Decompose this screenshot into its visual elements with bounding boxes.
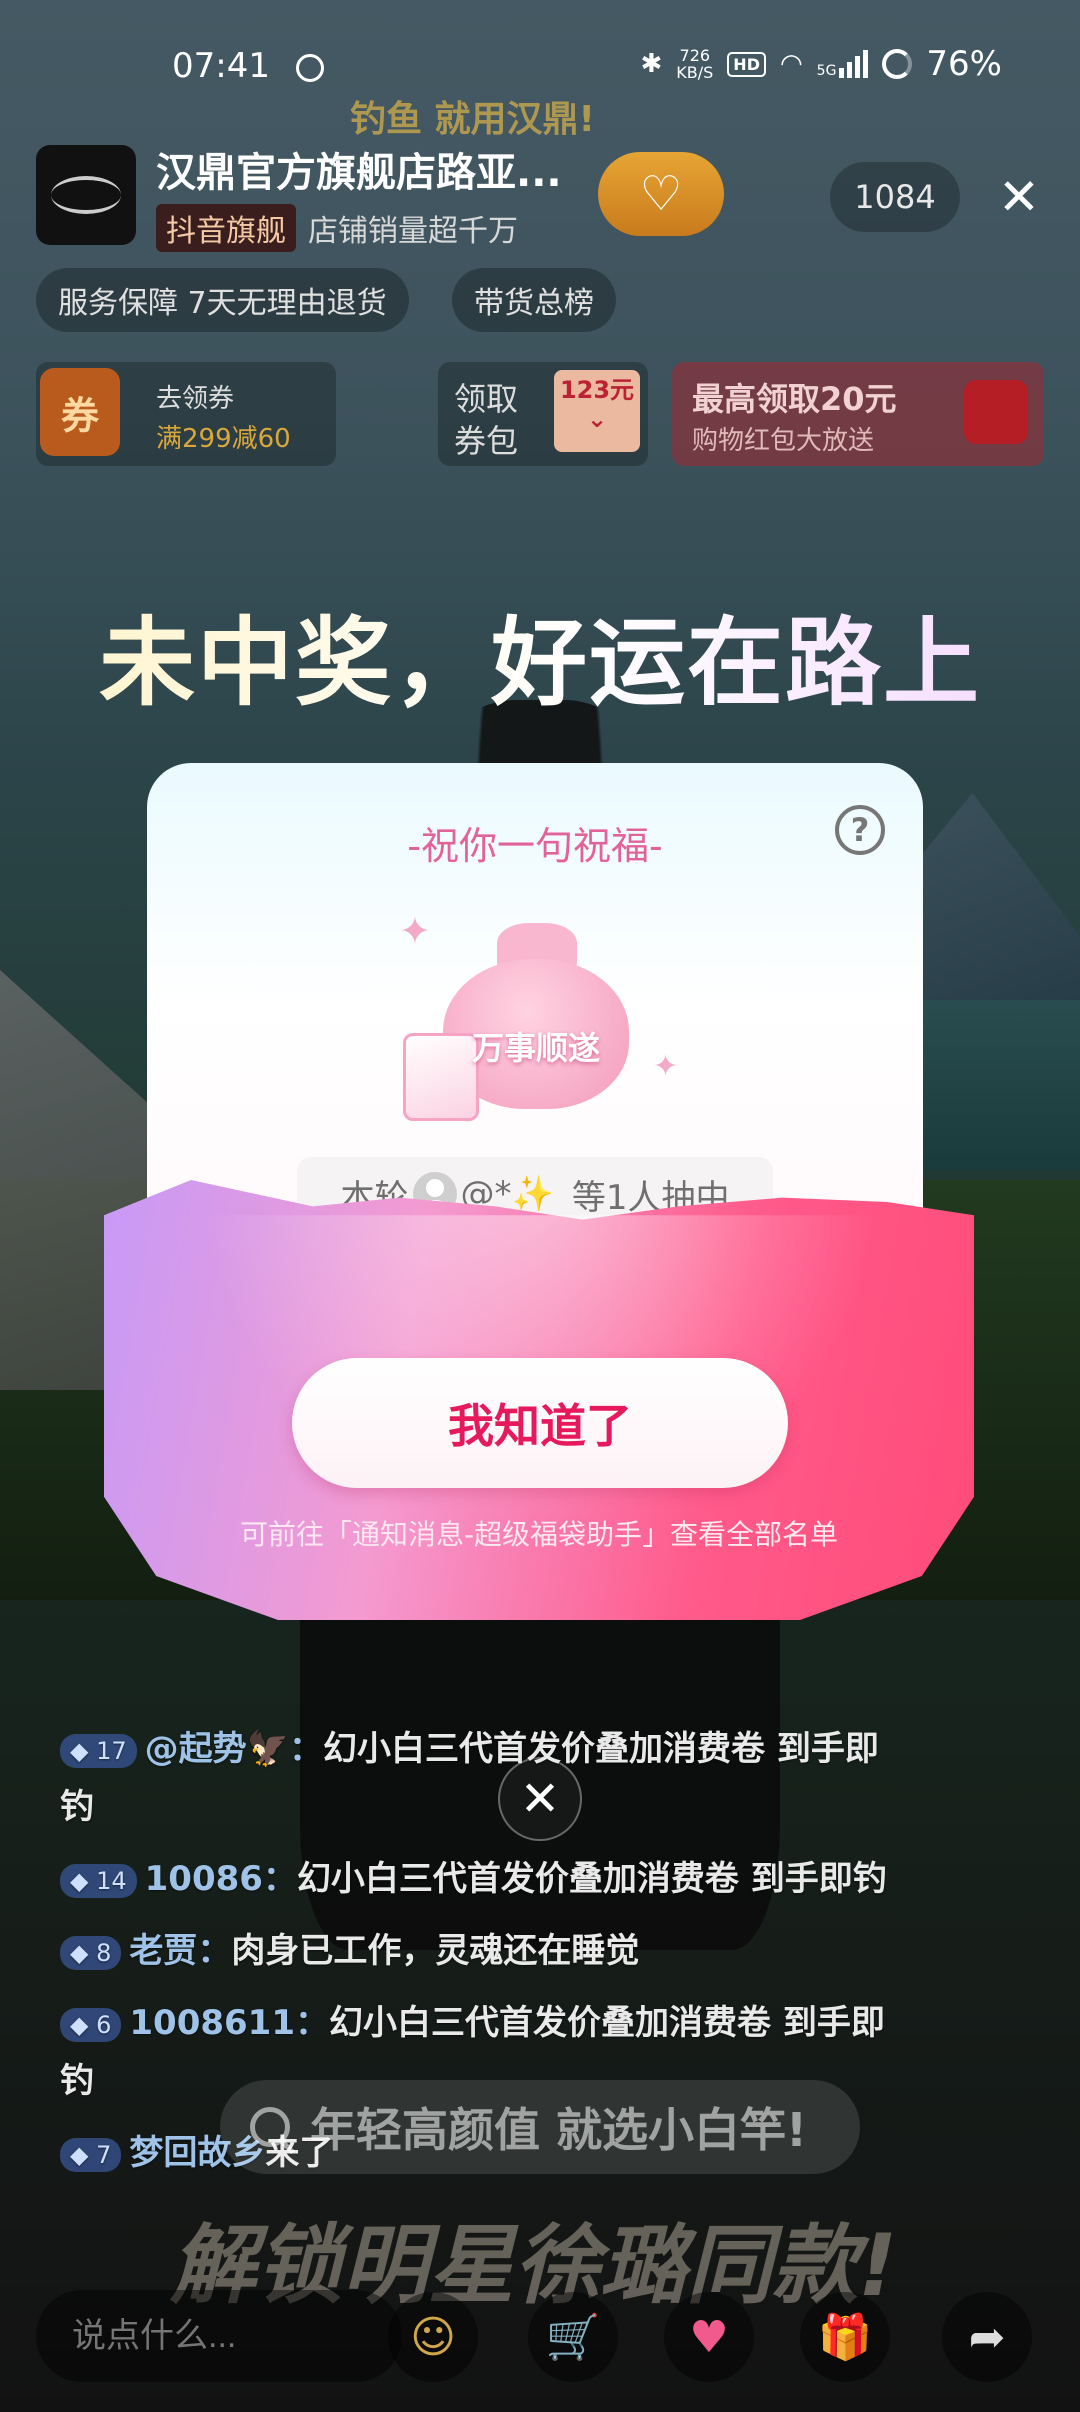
got-it-button[interactable]: 我知道了 — [292, 1358, 788, 1488]
view-all-winners-hint[interactable]: 可前往「通知消息-超级福袋助手」查看全部名单 — [104, 1513, 974, 1553]
packet-line1: 领取 — [454, 380, 519, 418]
chat-username[interactable]: 1008611： — [129, 2003, 329, 2043]
level-badge: ◆ 7 — [60, 2137, 122, 2172]
chat-text: 肉身已工作，灵魂还在睡觉 — [231, 1931, 640, 1971]
coupon-packet-promo[interactable]: 领取 券包 123元 ⌄ — [438, 362, 648, 466]
result-headline: 未中奖，好运在路上 — [0, 585, 1080, 724]
network-speed: 726 KB/S — [676, 47, 713, 81]
packet-line2: 券包 — [454, 422, 519, 460]
level-badge: ◆ 8 — [60, 1935, 122, 1970]
bag-blessing-text: 万事顺遂 — [471, 1029, 600, 1067]
gift-icon[interactable]: 🎁 — [800, 2292, 890, 2382]
shop-logo-mark — [51, 176, 121, 214]
shop-avatar[interactable] — [36, 145, 136, 245]
like-heart-icon[interactable]: ♥ — [664, 2292, 754, 2382]
level-value: 14 — [96, 1866, 127, 1895]
chat-username[interactable]: 老贾： — [129, 1931, 231, 1971]
chat-username[interactable]: 10086： — [145, 1859, 297, 1899]
service-guarantee-chip[interactable]: 服务保障 7天无理由退货 — [36, 268, 409, 332]
notification-icon — [296, 54, 324, 82]
shop-tag: 抖音旗舰 店铺销量超千万 — [156, 204, 518, 252]
coupon-icon: 券 — [40, 368, 120, 456]
level-value: 8 — [96, 1938, 112, 1967]
level-value: 7 — [96, 2140, 112, 2169]
wifi-icon: ◠ — [779, 49, 803, 79]
max-redpacket-promo[interactable]: 最高领取20元 购物红包大放送 — [672, 362, 1044, 466]
flagship-badge: 抖音旗舰 — [156, 204, 296, 252]
chat-text: 幻小白三代首发价叠加消费卷 到手即钓 — [296, 1859, 887, 1899]
sparkle-icon: ✦ — [653, 1049, 679, 1084]
shop-name[interactable]: 汉鼎官方旗舰店路亚... — [156, 140, 562, 198]
shopping-cart-icon[interactable]: 🛒 — [528, 2292, 618, 2382]
chat-message: ◆ 8 老贾：肉身已工作，灵魂还在睡觉 — [60, 1922, 900, 1980]
chevron-down-icon: ⌄ — [586, 405, 608, 433]
emoji-icon[interactable]: ☺ — [388, 2292, 478, 2382]
viewer-count[interactable]: 1084 — [830, 162, 960, 232]
sales-ranking-chip[interactable]: 带货总榜 — [452, 268, 616, 332]
chat-message: ◆ 17 @起势🦅：幻小白三代首发价叠加消费卷 到手即钓 — [60, 1720, 900, 1836]
level-badge: ◆ 17 — [60, 1733, 137, 1768]
shop-subtitle: 店铺销量超千万 — [308, 214, 518, 249]
close-live-icon[interactable]: ✕ — [984, 162, 1054, 232]
level-badge: ◆ 6 — [60, 2007, 122, 2042]
max-line2: 购物红包大放送 — [692, 426, 875, 456]
battery-icon — [882, 49, 913, 79]
search-icon — [250, 2107, 290, 2147]
coupon-line1: 去领券 — [156, 384, 235, 414]
level-badge: ◆ 14 — [60, 1863, 137, 1898]
search-banner-text: 年轻高颜值 就选小白竿! — [310, 2103, 807, 2157]
bottom-bar: ☺ 🛒 ♥ 🎁 ➦ — [0, 2280, 1080, 2390]
red-packet-icon — [964, 380, 1028, 444]
level-value: 17 — [96, 1736, 127, 1765]
coupon-line2: 满299减60 — [156, 424, 291, 454]
help-icon[interactable]: ? — [835, 805, 885, 855]
heart-plus-icon: ♡ — [639, 166, 683, 222]
brand-banner: 钓鱼 就用汉鼎! — [350, 99, 595, 140]
battery-level: 76% — [926, 44, 1002, 84]
follow-button[interactable]: ♡ — [598, 152, 724, 236]
packet-price-tag: 123元 ⌄ — [554, 370, 640, 452]
signal-icon: 5G — [817, 50, 869, 78]
packet-price: 123元 — [559, 376, 635, 404]
max-line1: 最高领取20元 — [692, 380, 897, 418]
network-type: 5G — [816, 63, 837, 79]
card-title: -祝你一句祝福- — [407, 824, 663, 868]
lucky-bag-illustration: 万事顺遂 — [403, 923, 629, 1121]
comment-input[interactable] — [36, 2290, 402, 2382]
sparkle-icon: ✦ — [399, 909, 431, 953]
coupon-promo[interactable]: 券 去领券 满299减60 — [36, 362, 336, 466]
level-value: 6 — [96, 2010, 112, 2039]
net-speed-unit: KB/S — [676, 63, 714, 82]
chat-username[interactable]: @起势🦅： — [145, 1729, 323, 1769]
chat-message: ◆ 14 10086：幻小白三代首发价叠加消费卷 到手即钓 — [60, 1850, 900, 1908]
share-icon[interactable]: ➦ — [942, 2292, 1032, 2382]
bluetooth-icon: ✱ — [640, 49, 663, 79]
status-time: 07:41 — [172, 46, 270, 86]
product-search-banner[interactable]: 年轻高颜值 就选小白竿! — [220, 2080, 860, 2174]
hd-icon: HD — [727, 51, 766, 77]
